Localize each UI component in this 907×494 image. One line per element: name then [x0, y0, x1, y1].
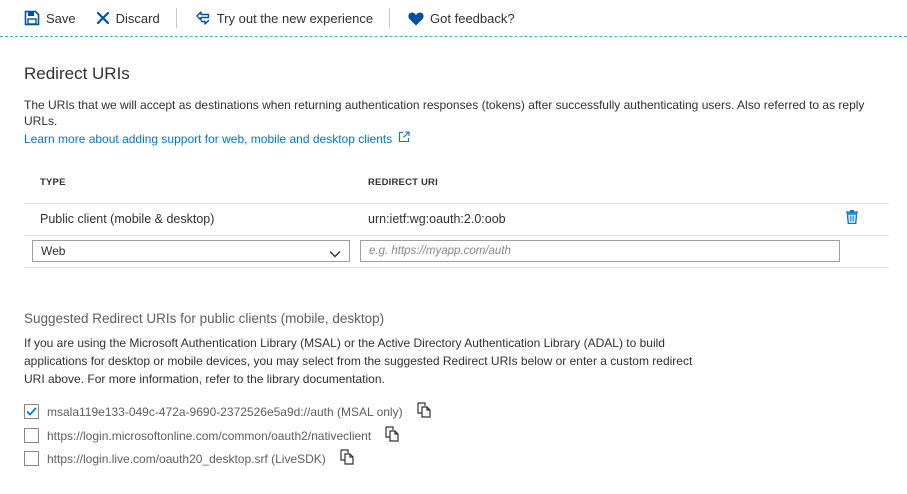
suggested-uri-label: https://login.live.com/oauth20_desktop.s… [47, 451, 326, 466]
section-description: The URIs that we will accept as destinat… [24, 98, 865, 128]
toolbar-divider [175, 8, 177, 28]
try-new-icon [195, 10, 211, 26]
delete-row-button[interactable] [846, 210, 858, 229]
suggested-uri-checkbox[interactable] [24, 428, 39, 443]
divider [24, 203, 889, 204]
suggested-uri-checkbox[interactable] [24, 404, 39, 419]
chevron-down-icon [329, 247, 341, 261]
feedback-button[interactable]: Got feedback? [408, 11, 515, 26]
copy-button[interactable] [416, 402, 431, 421]
suggested-description: If you are using the Microsoft Authentic… [24, 336, 693, 386]
copy-icon [385, 426, 399, 445]
row-type: Public client (mobile & desktop) [40, 212, 215, 226]
heart-icon [408, 11, 424, 26]
suggested-uri-label: https://login.microsoftonline.com/common… [47, 428, 372, 443]
external-link-icon [392, 131, 410, 146]
copy-icon [416, 402, 431, 421]
suggested-uri-item: https://login.live.com/oauth20_desktop.s… [24, 449, 354, 468]
check-icon [26, 405, 37, 419]
copy-button[interactable] [385, 426, 399, 445]
try-new-label: Try out the new experience [216, 10, 374, 26]
suggested-uri-item: https://login.microsoftonline.com/common… [24, 426, 399, 445]
row-uri: urn:ietf:wg:oauth:2.0:oob [368, 212, 506, 226]
divider [24, 235, 889, 236]
copy-button[interactable] [340, 449, 354, 468]
divider [24, 267, 889, 268]
copy-icon [340, 449, 354, 468]
toolbar-divider [389, 8, 391, 28]
suggested-title: Suggested Redirect URIs for public clien… [24, 311, 385, 326]
redirect-uri-input[interactable] [360, 240, 840, 262]
save-label: Save [46, 10, 76, 26]
save-button[interactable]: Save [24, 10, 76, 26]
feedback-label: Got feedback? [430, 10, 515, 26]
learn-more-link[interactable]: Learn more about adding support for web,… [24, 131, 410, 146]
learn-more-label: Learn more about adding support for web,… [24, 131, 393, 146]
discard-icon [96, 11, 110, 25]
command-bar: Save Discard Try out the new experience … [0, 0, 907, 37]
section-title: Redirect URIs [24, 64, 130, 83]
suggested-uri-label: msala119e133-049c-472a-9690-2372526e5a9d… [47, 404, 403, 419]
discard-label: Discard [115, 10, 160, 26]
suggested-uri-checkbox[interactable] [24, 451, 39, 466]
try-new-experience-button[interactable]: Try out the new experience [195, 10, 373, 26]
suggested-uri-item: msala119e133-049c-472a-9690-2372526e5a9d… [24, 402, 431, 421]
discard-button[interactable]: Discard [96, 11, 160, 26]
save-icon [24, 10, 40, 26]
type-dropdown-value: Web [41, 244, 66, 258]
trash-icon [846, 210, 858, 228]
column-header-redirect-uri: REDIRECT URI [368, 177, 438, 188]
column-header-type: TYPE [40, 177, 66, 188]
type-dropdown[interactable]: Web [32, 240, 350, 262]
